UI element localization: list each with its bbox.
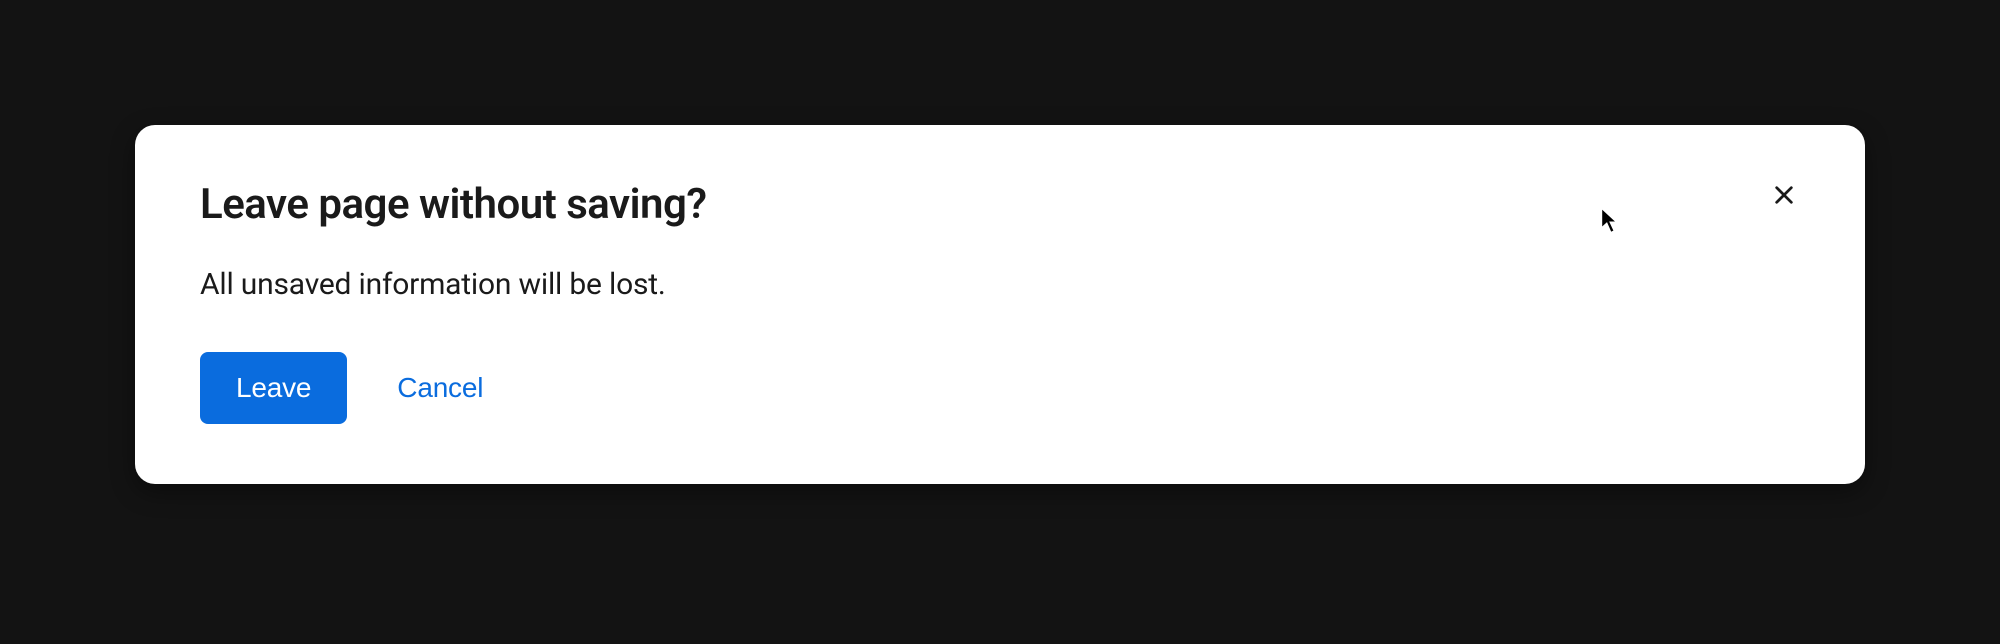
dialog-title: Leave page without saving? (200, 180, 707, 229)
cancel-button[interactable]: Cancel (387, 352, 493, 424)
close-icon (1773, 184, 1795, 209)
dialog-header: Leave page without saving? (200, 180, 1800, 229)
dialog-message: All unsaved information will be lost. (200, 267, 1800, 302)
dialog-actions: Leave Cancel (200, 352, 1800, 424)
dialog-body: All unsaved information will be lost. (200, 267, 1800, 302)
close-button[interactable] (1768, 180, 1800, 212)
leave-button[interactable]: Leave (200, 352, 347, 424)
confirmation-dialog: Leave page without saving? All unsaved i… (135, 125, 1865, 484)
